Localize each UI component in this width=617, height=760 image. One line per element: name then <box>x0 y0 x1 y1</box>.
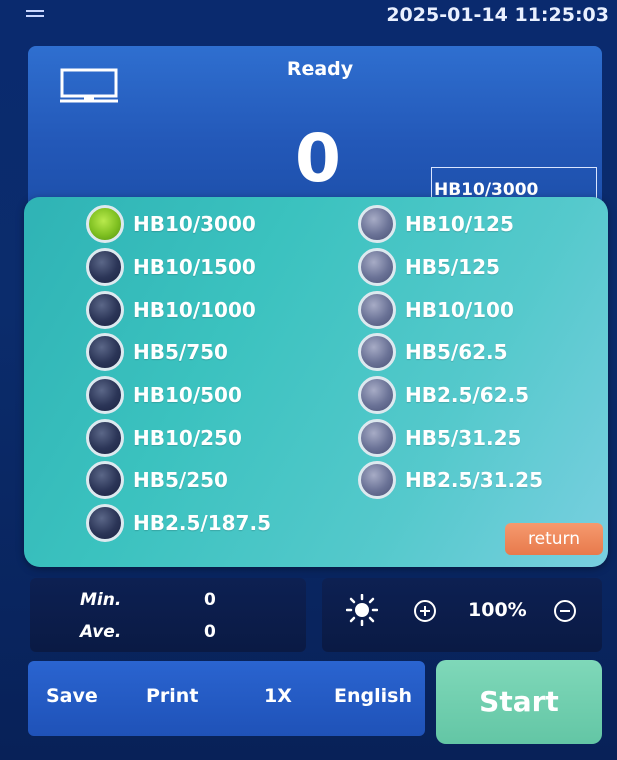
radio-button[interactable] <box>86 461 124 500</box>
bottom-toolbar: Save Print 1X English <box>28 661 425 736</box>
current-scale-selector[interactable]: HB10/3000 <box>431 167 597 201</box>
scale-option-label: HB5/31.25 <box>405 425 522 450</box>
radio-button[interactable] <box>86 290 124 329</box>
scale-option-label: HB10/100 <box>405 297 514 322</box>
brightness-value: 100% <box>468 599 527 621</box>
top-bar: 2025-01-14 11:25:03 <box>0 0 617 38</box>
language-button[interactable]: English <box>334 685 412 707</box>
scale-column-right: HB10/125 HB5/125 HB10/100 HB5/62.5 HB2.5/62.… <box>358 203 543 502</box>
radio-button[interactable] <box>86 504 124 543</box>
scale-option[interactable]: HB10/500 <box>86 374 271 417</box>
scale-option[interactable]: HB10/3000 <box>86 203 271 246</box>
scale-option-label: HB10/125 <box>405 212 514 237</box>
average-label: Ave. <box>80 622 122 642</box>
statistics-panel: Min. 0 Ave. 0 <box>30 578 306 652</box>
scale-option[interactable]: HB2.5/187.5 <box>86 502 271 545</box>
scale-option[interactable]: HB2.5/31.25 <box>358 459 543 502</box>
radio-button[interactable] <box>86 418 124 457</box>
scale-option[interactable]: HB5/250 <box>86 459 271 502</box>
radio-button[interactable] <box>358 418 396 457</box>
scale-option-label: HB2.5/31.25 <box>405 468 543 493</box>
radio-button[interactable] <box>86 248 124 287</box>
datetime-display: 2025-01-14 11:25:03 <box>386 4 609 26</box>
scale-option-label: HB5/250 <box>133 468 228 493</box>
scale-column-left: HB10/3000 HB10/1500 HB10/1000 HB5/750 HB10/5… <box>86 203 271 545</box>
hardness-tester-screen: 2025-01-14 11:25:03 Ready 0 HB10/3000 HB… <box>0 0 617 760</box>
radio-button[interactable] <box>358 461 396 500</box>
minus-circle-icon[interactable] <box>554 600 576 622</box>
radio-button[interactable] <box>358 248 396 287</box>
print-button[interactable]: Print <box>146 685 198 707</box>
scale-option[interactable]: HB5/750 <box>86 331 271 374</box>
scale-option-label: HB10/3000 <box>133 212 256 237</box>
scale-option-label: HB2.5/62.5 <box>405 383 530 408</box>
scale-option[interactable]: HB5/62.5 <box>358 331 543 374</box>
scale-option-label: HB10/1500 <box>133 255 256 280</box>
scale-selection-popup: HB10/3000 HB10/1500 HB10/1000 HB5/750 HB10/5… <box>24 197 608 567</box>
min-label: Min. <box>80 590 122 610</box>
radio-button[interactable] <box>358 376 396 415</box>
scale-option-label: HB5/750 <box>133 340 228 365</box>
scale-option[interactable]: HB10/1500 <box>86 246 271 289</box>
scale-option-label: HB10/1000 <box>133 297 256 322</box>
scale-option-label: HB5/125 <box>405 255 500 280</box>
scale-option[interactable]: HB10/100 <box>358 288 543 331</box>
light-control-panel: 100% <box>322 578 602 652</box>
radio-button[interactable] <box>86 333 124 372</box>
status-text: Ready <box>286 58 354 80</box>
hamburger-icon[interactable] <box>26 10 44 22</box>
zoom-button[interactable]: 1X <box>264 685 292 707</box>
scale-option[interactable]: HB5/31.25 <box>358 416 543 459</box>
scale-option-label: HB2.5/187.5 <box>133 511 271 536</box>
radio-button[interactable] <box>86 376 124 415</box>
radio-button[interactable] <box>358 290 396 329</box>
scale-option[interactable]: HB5/125 <box>358 246 543 289</box>
radio-button[interactable] <box>86 205 124 244</box>
scale-option[interactable]: HB10/125 <box>358 203 543 246</box>
radio-button[interactable] <box>358 333 396 372</box>
scale-option[interactable]: HB2.5/62.5 <box>358 374 543 417</box>
save-button[interactable]: Save <box>46 685 98 707</box>
return-button[interactable]: return <box>505 523 603 555</box>
brightness-icon <box>346 594 378 626</box>
scale-option[interactable]: HB10/250 <box>86 416 271 459</box>
scale-option-label: HB5/62.5 <box>405 340 508 365</box>
plus-circle-icon[interactable] <box>414 600 436 622</box>
scale-option[interactable]: HB10/1000 <box>86 288 271 331</box>
scale-option-label: HB10/250 <box>133 425 242 450</box>
status-panel: Ready 0 HB10/3000 <box>28 46 602 222</box>
average-value: 0 <box>204 622 216 642</box>
start-button[interactable]: Start <box>436 660 602 744</box>
radio-button[interactable] <box>358 205 396 244</box>
min-value: 0 <box>204 590 216 610</box>
scale-option-label: HB10/500 <box>133 383 242 408</box>
